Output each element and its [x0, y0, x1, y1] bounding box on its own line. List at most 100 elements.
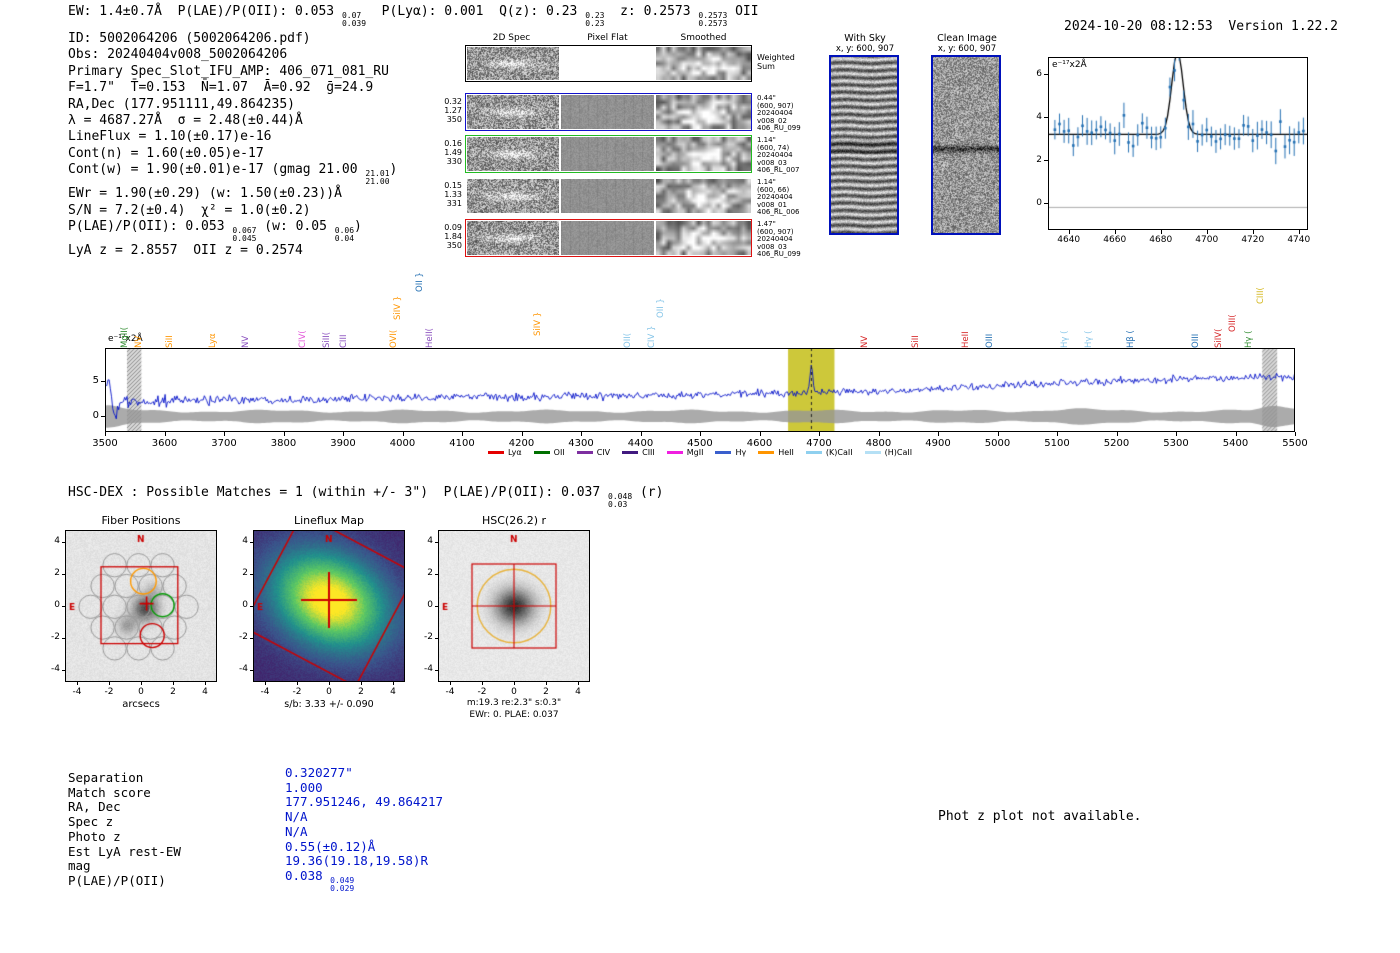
- info-line: Primary Spec_Slot_IFU_AMP: 406_071_081_R…: [68, 64, 397, 80]
- fiber-positions-xlabel: arcsecs: [122, 699, 160, 710]
- tick-mark: [435, 606, 438, 607]
- with-sky-title: With Sky: [844, 33, 886, 44]
- spectrum-x-tick-label: 4400: [627, 438, 654, 449]
- tick-mark: [938, 432, 939, 436]
- tick-mark: [101, 381, 105, 383]
- cutout-row: [465, 93, 752, 131]
- tick-mark: [1235, 432, 1237, 436]
- legend-item: Hγ: [715, 448, 746, 457]
- spectrum-x-tick-label: 3800: [270, 438, 297, 449]
- match-field-label: RA, Dec: [68, 799, 121, 815]
- spectrum-x-tick-label: 4100: [449, 438, 475, 449]
- text-segment: λ = 4687.27Å σ = 2.48(±0.44)Å: [68, 113, 303, 129]
- spectrum-x-tick-label: 3900: [330, 438, 356, 449]
- spectral-line-label: CIII(: [1256, 287, 1267, 304]
- match-field-value: 177.951246, 49.864217: [285, 795, 443, 810]
- panel-x-tick-label: 2: [170, 687, 176, 697]
- tick-mark: [759, 432, 761, 436]
- tick-mark: [105, 432, 106, 436]
- cutout-row-scale: 1.27: [444, 106, 462, 115]
- cutout-row-scale: 1.49: [444, 148, 462, 157]
- match-field-value: 0.320277": [285, 765, 353, 781]
- tick-mark: [250, 606, 253, 607]
- match-field-value: 1.000: [285, 779, 323, 796]
- cutout-row-scale: 0.16: [444, 139, 462, 148]
- weighted-sum-row: [465, 45, 752, 82]
- cutout-column-header: Pixel Flat: [587, 33, 628, 43]
- tick-mark: [62, 638, 65, 639]
- spectral-line-label: HeII: [960, 331, 971, 348]
- version-text: Version 1.22.2: [1228, 19, 1338, 34]
- stacked-uncertainty: 0.07 0.039: [341, 11, 367, 28]
- clean-image-panel: Clean Image x, y: 600, 907: [930, 33, 1004, 248]
- full-spectrum-canvas: [105, 348, 1295, 432]
- spectrum-x-tick-label: 5100: [1044, 438, 1070, 449]
- panel-y-tick-label: 2: [54, 568, 60, 578]
- info-line: F=1.7" T̄=0.153 N̄=1.07 Ā=0.92 ḡ=24.9: [68, 80, 397, 96]
- fit-y-tick-label: 6: [1036, 69, 1042, 80]
- legend-swatch: [715, 451, 732, 454]
- weighted-sum-label: Weighted: [757, 53, 795, 62]
- text-segment: P(Lyα): 0.001 Q(z): 0.23: [366, 4, 586, 19]
- panel-x-tick-label: -4: [72, 687, 82, 697]
- tick-mark: [581, 432, 582, 436]
- tick-mark: [62, 574, 65, 575]
- cutout-row-scale: 350: [446, 241, 462, 250]
- panel-y-tick-label: 0: [54, 600, 60, 610]
- spectrum-x-tick-label: 3600: [151, 438, 178, 449]
- cutout-row-scale: 0.32: [444, 97, 462, 106]
- tick-mark: [462, 432, 463, 436]
- fiber-positions-canvas: [65, 530, 217, 682]
- tick-mark: [250, 542, 253, 543]
- text-segment: Cont(w) = 1.90(±0.01)e-17 (gmag 21.00: [68, 162, 366, 178]
- tick-mark: [997, 432, 999, 436]
- lineflux-map-canvas: [253, 530, 405, 682]
- legend-label: (H)CaII: [884, 448, 913, 457]
- spectral-line-label: NV: [859, 335, 870, 348]
- info-line: S/N = 7.2(±0.4) χ² = 1.0(±0.2): [68, 203, 397, 219]
- blank-cell: [561, 47, 654, 80]
- text-segment: ID: 5002064206 (5002064206.pdf): [68, 31, 311, 46]
- spectral-line-label: Lyα: [207, 333, 218, 348]
- tick-mark: [878, 432, 880, 436]
- cutout-row-info: 406_RL_007: [757, 166, 800, 175]
- tick-mark: [1044, 160, 1048, 162]
- tick-mark: [1298, 230, 1300, 234]
- hsc-cutout-panel: HSC(26.2) r m:19.3 re:2.3" s:0.3" EWr: 0…: [424, 512, 643, 736]
- cutout-row: [465, 219, 752, 257]
- spectral-line-label: Hγ (: [1059, 330, 1070, 348]
- spec2d-cell-canvas: [467, 221, 559, 255]
- spectral-line-label: OVI(: [388, 329, 399, 348]
- cutout-row-scale: 1.84: [444, 232, 462, 241]
- tick-mark: [450, 682, 451, 685]
- tick-mark: [1176, 432, 1177, 436]
- spectrum-x-tick-label: 4200: [508, 438, 535, 449]
- text-segment: (r): [632, 485, 664, 500]
- text-segment: 0.55(±0.12)Å: [285, 838, 376, 854]
- tick-mark: [1044, 117, 1048, 119]
- with-sky-image: [829, 55, 899, 235]
- text-segment: 0.038: [285, 867, 331, 883]
- tick-mark: [546, 682, 547, 685]
- panel-x-tick-label: 0: [326, 687, 332, 697]
- cutout-row-scale: 1.33: [444, 190, 462, 199]
- tick-mark: [393, 682, 394, 685]
- text-segment: N/A: [285, 809, 308, 825]
- legend-item: OII: [533, 448, 565, 457]
- match-field-value: 0.55(±0.12)Å: [285, 838, 376, 855]
- tick-mark: [250, 670, 253, 671]
- text-segment: 1.000: [285, 779, 323, 795]
- cutout-column-header: Smoothed: [680, 33, 727, 43]
- spectrum-x-tick-label: 5400: [1222, 438, 1249, 449]
- match-field-label: mag: [68, 858, 91, 874]
- text-segment: Cont(n) = 1.60(±0.05)e-17: [68, 145, 264, 161]
- hsc-cutout-caption-2: EWr: 0. PLAE: 0.037: [469, 710, 559, 720]
- panel-x-tick-label: 0: [511, 687, 517, 697]
- hsc-cutout-caption-1: m:19.3 re:2.3" s:0.3": [466, 698, 562, 708]
- legend-swatch: [487, 451, 504, 454]
- tick-mark: [265, 682, 266, 685]
- spectral-line-label: Hβ (: [1126, 330, 1137, 348]
- legend-item: CIV: [576, 448, 610, 457]
- spectrum-legend: Lyα OII CIV CIII MgII Hγ HeII (K)CaII (H)CaII: [105, 448, 1295, 457]
- spec2d-cell-canvas: [561, 137, 654, 171]
